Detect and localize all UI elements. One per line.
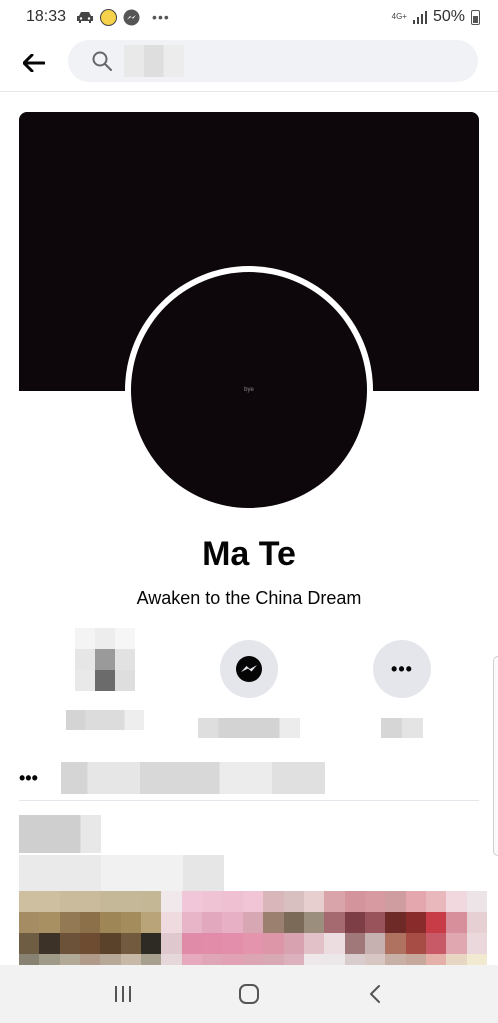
recent-apps-icon — [115, 986, 131, 1002]
search-icon — [92, 51, 112, 71]
profile-bio: Awaken to the China Dream — [136, 588, 362, 608]
avatar[interactable]: bye — [131, 272, 367, 508]
more-icon: ••• — [391, 658, 413, 679]
more-circle[interactable]: ••• — [373, 640, 431, 698]
post-image[interactable] — [19, 891, 487, 975]
home-icon — [239, 984, 259, 1004]
battery-icon — [471, 9, 480, 25]
search-query — [124, 45, 184, 77]
notification-app-icon — [100, 8, 118, 26]
post-meta — [19, 855, 224, 893]
message-button[interactable] — [189, 640, 309, 738]
message-label — [198, 718, 300, 738]
add-friend-label — [66, 710, 144, 730]
profile-name: Ma Te — [202, 535, 296, 573]
battery-percent: 50% — [432, 8, 465, 25]
divider — [19, 800, 479, 801]
message-circle[interactable] — [220, 640, 278, 698]
signal-icon — [412, 10, 427, 24]
search-input[interactable] — [68, 40, 478, 82]
avatar-text: bye — [244, 387, 254, 393]
post-author — [19, 815, 101, 853]
messenger-notification-icon — [123, 9, 140, 26]
network-type: 4G+ — [391, 12, 407, 21]
home-button[interactable] — [219, 974, 279, 1014]
recent-apps-button[interactable] — [93, 974, 153, 1014]
back-icon — [370, 985, 380, 1003]
add-friend-icon — [75, 628, 135, 692]
more-notifications-icon: ••• — [152, 9, 170, 25]
more-label — [381, 718, 423, 738]
add-friend-button[interactable] — [45, 628, 165, 730]
details-row[interactable]: ••• — [19, 760, 479, 796]
nav-bar — [0, 965, 498, 1023]
status-bar: 18:33 ••• 4G+ 50% — [0, 0, 498, 34]
back-button[interactable] — [0, 34, 68, 92]
messenger-icon — [236, 656, 262, 682]
details-more-icon: ••• — [19, 767, 38, 788]
more-button[interactable]: ••• — [342, 640, 462, 738]
scroll-handle[interactable] — [493, 656, 498, 856]
back-arrow-icon — [23, 53, 45, 72]
search-header — [0, 34, 498, 92]
details-text — [61, 762, 325, 794]
system-back-button[interactable] — [345, 974, 405, 1014]
post-header[interactable] — [19, 815, 224, 893]
car-icon — [76, 11, 94, 23]
status-time: 18:33 — [26, 8, 67, 25]
